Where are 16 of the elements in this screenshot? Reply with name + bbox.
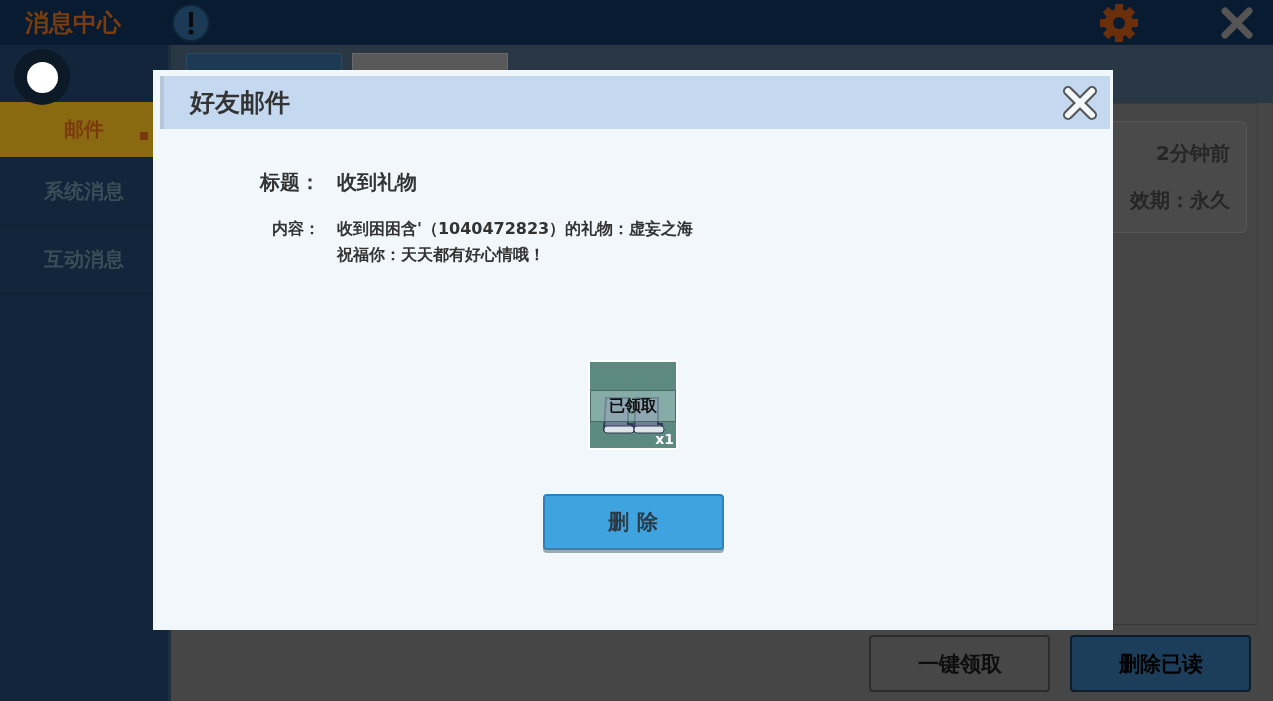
field-value: 收到礼物	[337, 169, 417, 196]
item-count: x1	[655, 431, 674, 447]
close-icon[interactable]	[1062, 84, 1098, 121]
field-value: 祝福你：天天都有好心情哦！	[337, 244, 546, 266]
app-title: 消息中心	[25, 7, 121, 39]
delete-button[interactable]: 删 除	[542, 494, 724, 550]
delete-read-button[interactable]: 删除已读	[1070, 635, 1251, 692]
field-value: 收到困困含'（1040472823）的礼物：虚妄之海	[337, 218, 694, 240]
claim-all-button[interactable]: 一键领取	[869, 635, 1050, 692]
settings-icon[interactable]	[1099, 2, 1139, 43]
alert-icon[interactable]	[171, 2, 211, 43]
claimed-label: 已领取	[590, 390, 676, 422]
reward-item[interactable]: 已领取 x1	[588, 360, 678, 450]
field-label: 内容：	[271, 218, 320, 240]
field-label: 标题：	[258, 169, 320, 196]
dialog-title: 好友邮件	[190, 87, 291, 119]
